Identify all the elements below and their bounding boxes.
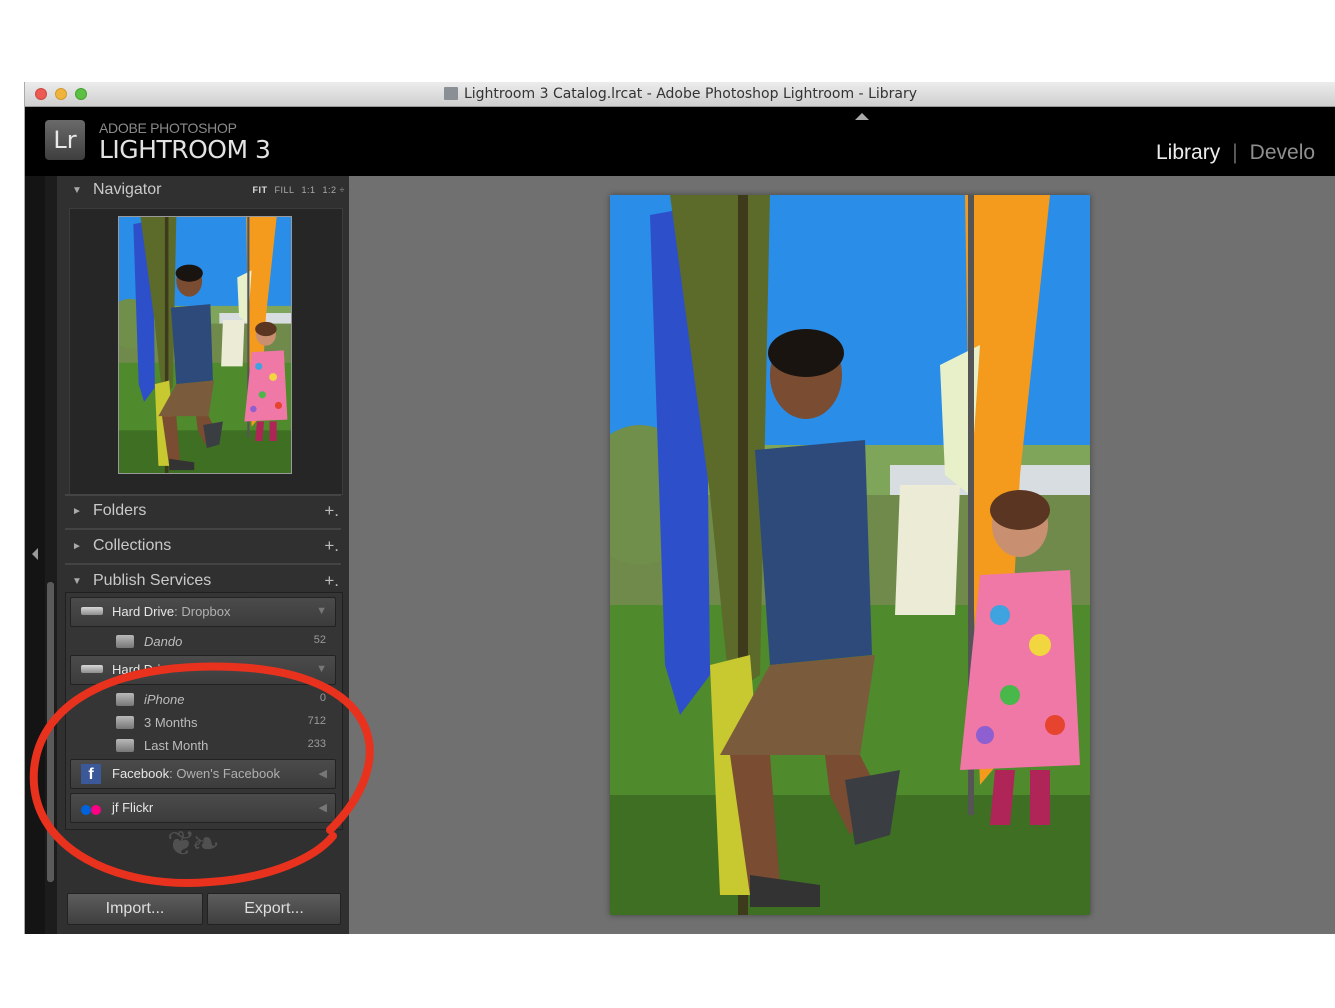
zoom-fill[interactable]: FILL bbox=[275, 185, 295, 195]
collection-count: 233 bbox=[307, 738, 326, 750]
zoom-1-1[interactable]: 1:1 bbox=[302, 185, 316, 195]
zoom-1-2[interactable]: 1:2 ÷ bbox=[323, 185, 345, 195]
navigator-label: Navigator bbox=[93, 181, 162, 198]
expanded-service-icon: ▼ bbox=[316, 663, 327, 675]
service-account: : Dropbox bbox=[174, 604, 231, 619]
collection-label: iPhone bbox=[144, 692, 185, 707]
smart-collection-icon bbox=[116, 716, 134, 729]
service-hard-drive-2[interactable]: Hard Dri ▼ bbox=[70, 655, 336, 685]
vendor-label: ADOBE PHOTOSHOP bbox=[99, 120, 237, 136]
facebook-icon: f bbox=[81, 764, 101, 784]
navigator-thumbnail-image bbox=[119, 217, 291, 473]
product-label: LIGHTROOM 3 bbox=[99, 135, 271, 164]
title-bar: Lightroom 3 Catalog.lrcat - Adobe Photos… bbox=[25, 82, 1335, 107]
hard-drive-icon bbox=[81, 607, 103, 615]
expanded-triangle-icon: ▼ bbox=[72, 576, 82, 587]
expanded-triangle-icon: ▼ bbox=[72, 185, 82, 196]
service-account: : Owen's Facebook bbox=[169, 766, 280, 781]
service-name: Hard Dri bbox=[112, 662, 161, 677]
panel-divider bbox=[65, 563, 341, 565]
publish-services-list: Hard Drive: Dropbox ▼ Dando 52 Hard Dri … bbox=[65, 592, 343, 830]
export-button[interactable]: Export... bbox=[207, 893, 341, 925]
collapsed-triangle-icon: ► bbox=[72, 541, 82, 552]
main-photo-image bbox=[610, 195, 1090, 915]
collections-header[interactable]: ► Collections +. bbox=[57, 532, 349, 562]
main-photo[interactable] bbox=[610, 195, 1090, 915]
module-picker: Library | Develo bbox=[1156, 141, 1315, 165]
panel-divider bbox=[65, 494, 341, 496]
catalog-document-icon bbox=[443, 87, 458, 100]
navigator-zoom-options: FIT FILL 1:1 1:2 ÷ bbox=[246, 185, 345, 195]
service-name: Hard Drive bbox=[112, 604, 175, 619]
top-panel-toggle-icon[interactable] bbox=[855, 113, 869, 120]
collections-label: Collections bbox=[93, 537, 172, 554]
add-publish-service-icon[interactable]: +. bbox=[324, 571, 339, 591]
expanded-service-icon: ▼ bbox=[316, 605, 327, 617]
publish-services-label: Publish Services bbox=[93, 572, 212, 589]
collection-count: 0 bbox=[319, 692, 326, 704]
collection-iphone[interactable]: iPhone 0 bbox=[70, 689, 334, 711]
navigator-preview[interactable] bbox=[69, 208, 343, 495]
left-panel: ▼ Navigator FIT FILL 1:1 1:2 ÷ ► Folders +.… bbox=[57, 176, 349, 934]
module-separator: | bbox=[1232, 141, 1238, 164]
collection-last-month[interactable]: Last Month 233 bbox=[70, 735, 334, 757]
service-hard-drive-dropbox[interactable]: Hard Drive: Dropbox ▼ bbox=[70, 597, 336, 627]
panel-divider bbox=[65, 528, 341, 530]
window-title-text: Lightroom 3 Catalog.lrcat - Adobe Photos… bbox=[463, 86, 918, 102]
lightroom-logo-icon: Lr bbox=[45, 120, 85, 160]
flickr-icon bbox=[81, 803, 105, 815]
module-develop[interactable]: Develo bbox=[1250, 141, 1315, 164]
left-edge-strip bbox=[25, 176, 45, 934]
import-button[interactable]: Import... bbox=[67, 893, 203, 925]
add-collection-icon[interactable]: +. bbox=[324, 536, 339, 556]
published-collection-icon bbox=[116, 635, 134, 648]
collection-count: 712 bbox=[307, 715, 326, 727]
service-flickr[interactable]: jf Flickr ◀ bbox=[70, 793, 336, 823]
collection-label: Last Month bbox=[144, 738, 209, 753]
service-name: jf Flickr bbox=[112, 800, 154, 815]
navigator-thumbnail[interactable] bbox=[118, 216, 292, 474]
service-name: Facebook bbox=[112, 766, 170, 781]
service-facebook[interactable]: f Facebook: Owen's Facebook ◀ bbox=[70, 759, 336, 789]
zoom-fit[interactable]: FIT bbox=[253, 185, 268, 195]
smart-collection-icon bbox=[116, 739, 134, 752]
collapsed-service-icon: ◀ bbox=[318, 768, 327, 780]
window-title: Lightroom 3 Catalog.lrcat - Adobe Photos… bbox=[25, 86, 1335, 102]
collection-count: 52 bbox=[313, 634, 326, 646]
published-collection-icon bbox=[116, 693, 134, 706]
hard-drive-icon bbox=[81, 665, 103, 673]
navigator-header[interactable]: ▼ Navigator FIT FILL 1:1 1:2 ÷ bbox=[57, 176, 349, 206]
add-folder-icon[interactable]: +. bbox=[324, 501, 339, 521]
collapsed-triangle-icon: ► bbox=[72, 506, 82, 517]
lightroom-window: Lightroom 3 Catalog.lrcat - Adobe Photos… bbox=[24, 82, 1335, 934]
folders-header[interactable]: ► Folders +. bbox=[57, 497, 349, 527]
panel-end-ornament-icon: ❦❧ bbox=[167, 824, 220, 864]
collection-label: 3 Months bbox=[144, 715, 198, 730]
loupe-view[interactable] bbox=[349, 176, 1335, 934]
left-panel-scrollbar[interactable] bbox=[47, 582, 54, 882]
folders-label: Folders bbox=[93, 502, 147, 519]
identity-plate: Lr ADOBE PHOTOSHOP LIGHTROOM 3 Library | D… bbox=[25, 107, 1335, 175]
collection-label: Dando bbox=[144, 634, 183, 649]
module-library[interactable]: Library bbox=[1156, 141, 1220, 164]
left-panel-toggle-icon[interactable] bbox=[32, 548, 38, 560]
collapsed-service-icon: ◀ bbox=[318, 802, 327, 814]
collection-dando[interactable]: Dando 52 bbox=[70, 631, 334, 653]
import-export-buttons: Import... Export... bbox=[67, 893, 341, 925]
collection-3-months[interactable]: 3 Months 712 bbox=[70, 712, 334, 734]
